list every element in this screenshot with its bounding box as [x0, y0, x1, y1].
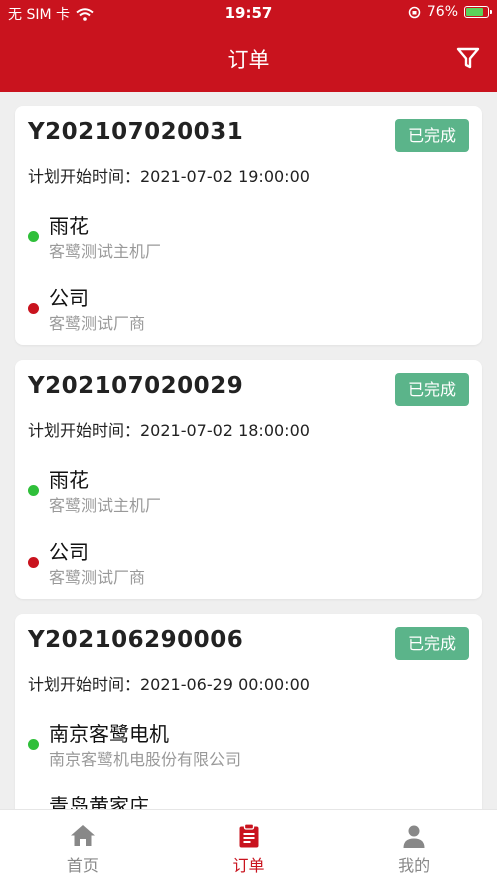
origin-company: 南京客鹭机电股份有限公司	[49, 750, 242, 769]
origin-company: 客鹭测试主机厂	[49, 496, 162, 515]
origin-name: 雨花	[49, 214, 89, 238]
order-number: Y202106290006	[28, 627, 244, 653]
destination-company: 客鹭测试厂商	[49, 314, 146, 333]
user-icon	[403, 825, 425, 848]
battery-icon	[464, 6, 492, 18]
order-number: Y202107020031	[28, 119, 244, 145]
tab-label: 订单	[232, 856, 265, 875]
battery-percent: 76%	[426, 4, 458, 20]
destination-name: 公司	[49, 286, 89, 310]
tab-home[interactable]: 首页	[0, 810, 166, 883]
tab-orders[interactable]: 订单	[166, 810, 332, 883]
order-card[interactable]: Y202107020029 已完成 计划开始时间：2021-07-02 18:0…	[15, 360, 482, 599]
status-right: 76%	[408, 4, 492, 20]
origin-company: 客鹭测试主机厂	[49, 242, 162, 261]
origin-dot	[28, 231, 39, 242]
origin-name: 雨花	[49, 468, 89, 492]
status-bar: 无 SIM 卡 19:57 76%	[0, 0, 497, 26]
destination-name: 青岛黄家庄	[49, 794, 149, 809]
tab-label: 首页	[66, 856, 99, 875]
status-badge: 已完成	[395, 373, 469, 406]
order-number: Y202107020029	[28, 373, 244, 399]
origin-dot	[28, 485, 39, 496]
plan-start-time: 计划开始时间：2021-07-02 18:00:00	[28, 421, 310, 440]
destination-company: 客鹭测试厂商	[49, 568, 146, 587]
clipboard-icon	[239, 823, 258, 848]
app-header: 无 SIM 卡 19:57 76% 订单	[0, 0, 497, 92]
orientation-lock-icon	[408, 6, 421, 18]
plan-start-time: 计划开始时间：2021-07-02 19:00:00	[28, 167, 310, 186]
bottom-tab-bar: 首页 订单 我的	[0, 809, 497, 883]
tab-profile[interactable]: 我的	[331, 810, 497, 883]
order-card[interactable]: Y202106290006 已完成 计划开始时间：2021-06-29 00:0…	[15, 614, 482, 809]
origin-name: 南京客鹭电机	[49, 722, 169, 746]
origin-dot	[28, 739, 39, 750]
tab-label: 我的	[398, 856, 431, 875]
order-card[interactable]: Y202107020031 已完成 计划开始时间：2021-07-02 19:0…	[15, 106, 482, 345]
destination-dot	[28, 557, 39, 568]
status-badge: 已完成	[395, 119, 469, 152]
page-title: 订单	[227, 48, 270, 72]
plan-start-time: 计划开始时间：2021-06-29 00:00:00	[28, 675, 310, 694]
destination-dot	[28, 303, 39, 314]
filter-icon[interactable]	[455, 45, 481, 71]
status-badge: 已完成	[395, 627, 469, 660]
home-icon	[70, 825, 95, 846]
order-list[interactable]: Y202107020031 已完成 计划开始时间：2021-07-02 19:0…	[0, 92, 497, 809]
destination-name: 公司	[49, 540, 89, 564]
